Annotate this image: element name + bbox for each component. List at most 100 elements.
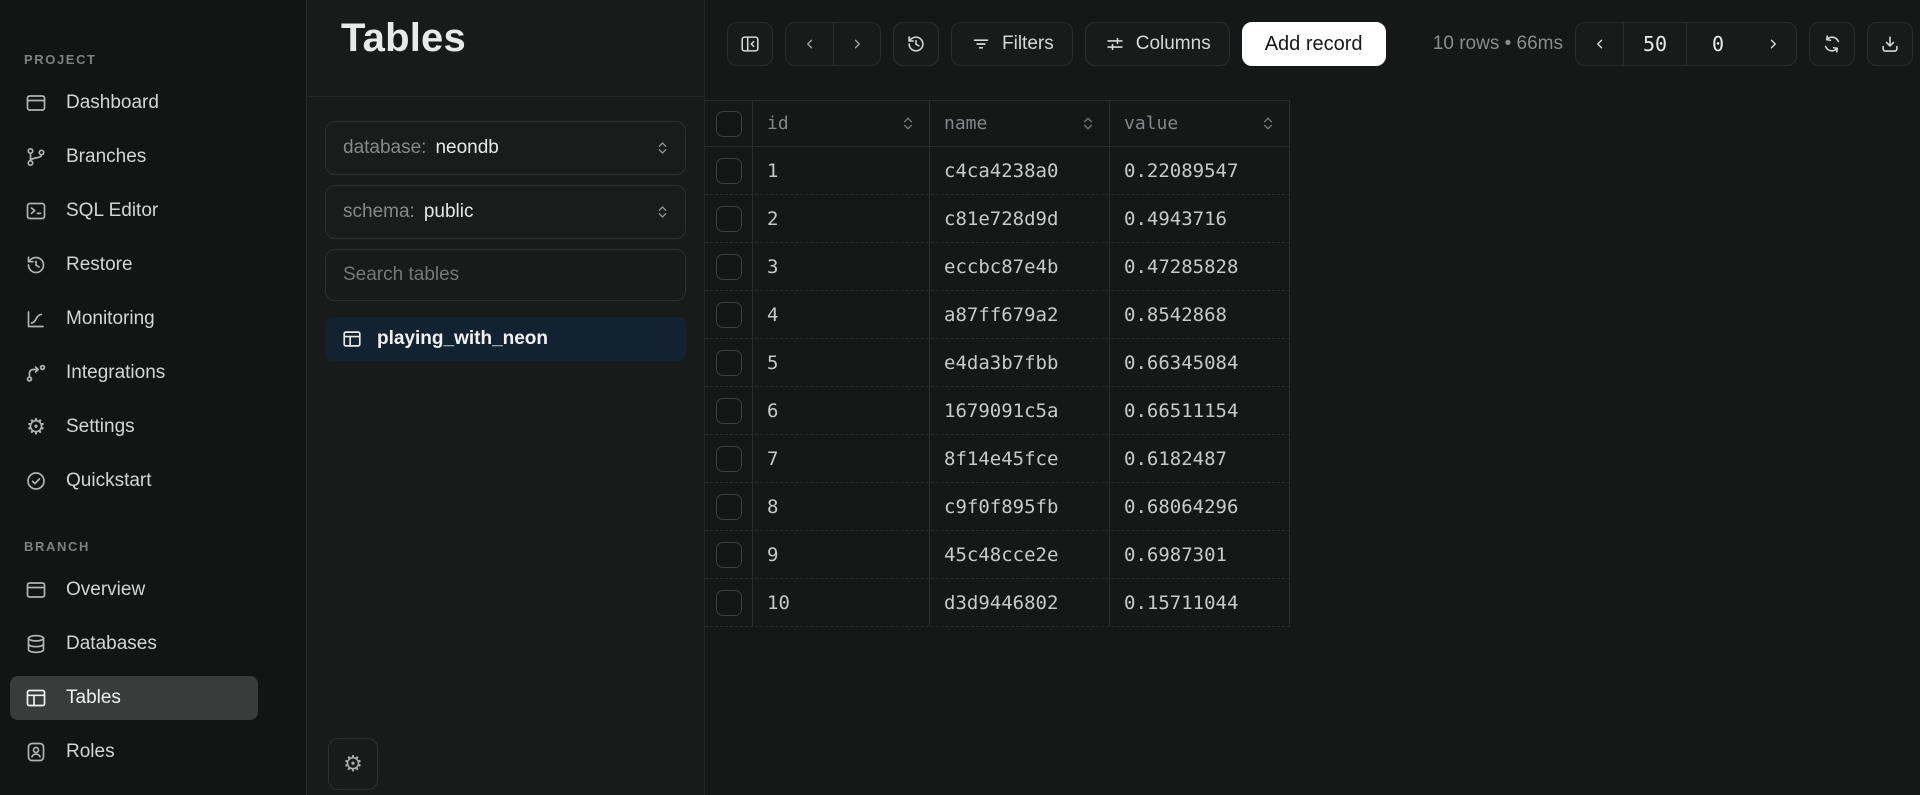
header-checkbox-cell bbox=[705, 101, 753, 146]
cell-value[interactable]: 0.4943716 bbox=[1110, 195, 1290, 242]
table-list-item-playing-with-neon[interactable]: playing_with_neon bbox=[325, 317, 686, 361]
row-checkbox[interactable] bbox=[716, 590, 742, 616]
refresh-button[interactable] bbox=[1809, 22, 1855, 66]
search-tables-input[interactable] bbox=[325, 249, 686, 301]
sidebar-item-sql-editor[interactable]: SQL Editor bbox=[10, 189, 258, 233]
sidebar-item-monitoring[interactable]: Monitoring bbox=[10, 297, 258, 341]
table-row: 10 d3d9446802 0.15711044 bbox=[705, 579, 1290, 627]
cell-name[interactable]: e4da3b7fbb bbox=[930, 339, 1110, 386]
column-header-name[interactable]: name bbox=[930, 101, 1110, 146]
cell-value[interactable]: 0.66511154 bbox=[1110, 387, 1290, 434]
cell-id[interactable]: 8 bbox=[753, 483, 930, 530]
history-button[interactable] bbox=[893, 22, 939, 66]
row-checkbox[interactable] bbox=[716, 254, 742, 280]
row-checkbox[interactable] bbox=[716, 398, 742, 424]
row-checkbox[interactable] bbox=[716, 446, 742, 472]
databases-icon bbox=[24, 632, 48, 656]
schema-select-label: schema: bbox=[343, 201, 415, 223]
page-next-button[interactable] bbox=[1749, 23, 1796, 65]
tables-icon bbox=[24, 686, 48, 710]
download-button[interactable] bbox=[1867, 22, 1913, 66]
row-checkbox-cell bbox=[705, 291, 753, 338]
cell-name[interactable]: d3d9446802 bbox=[930, 579, 1110, 626]
overview-icon bbox=[24, 578, 48, 602]
back-button[interactable] bbox=[786, 23, 833, 65]
cell-id[interactable]: 10 bbox=[753, 579, 930, 626]
row-checkbox[interactable] bbox=[716, 542, 742, 568]
cell-id[interactable]: 9 bbox=[753, 531, 930, 578]
columns-button[interactable]: Columns bbox=[1085, 22, 1230, 66]
cell-value[interactable]: 0.22089547 bbox=[1110, 147, 1290, 194]
sidebar-item-label: Quickstart bbox=[66, 470, 152, 492]
sidebar-item-roles[interactable]: Roles bbox=[10, 730, 258, 774]
row-checkbox[interactable] bbox=[716, 158, 742, 184]
cell-name[interactable]: a87ff679a2 bbox=[930, 291, 1110, 338]
select-all-checkbox[interactable] bbox=[716, 111, 742, 137]
integrations-icon bbox=[24, 361, 48, 385]
page-size-value[interactable]: 50 bbox=[1623, 23, 1686, 65]
table-row: 7 8f14e45fce 0.6182487 bbox=[705, 435, 1290, 483]
column-header-value[interactable]: value bbox=[1110, 101, 1290, 146]
forward-button[interactable] bbox=[833, 23, 880, 65]
sidebar-item-label: Integrations bbox=[66, 362, 165, 384]
sidebar-item-quickstart[interactable]: Quickstart bbox=[10, 459, 258, 503]
schema-select[interactable]: schema: public bbox=[325, 185, 686, 239]
chevron-left-icon bbox=[801, 35, 819, 53]
monitoring-icon bbox=[24, 307, 48, 331]
cell-id[interactable]: 7 bbox=[753, 435, 930, 482]
cell-id[interactable]: 3 bbox=[753, 243, 930, 290]
row-checkbox[interactable] bbox=[716, 350, 742, 376]
cell-name[interactable]: 1679091c5a bbox=[930, 387, 1110, 434]
cell-name[interactable]: 8f14e45fce bbox=[930, 435, 1110, 482]
cell-value[interactable]: 0.47285828 bbox=[1110, 243, 1290, 290]
cell-name[interactable]: c9f0f895fb bbox=[930, 483, 1110, 530]
cell-id[interactable]: 1 bbox=[753, 147, 930, 194]
cell-id[interactable]: 6 bbox=[753, 387, 930, 434]
add-record-button[interactable]: Add record bbox=[1242, 22, 1386, 66]
collapse-panel-button[interactable] bbox=[727, 22, 773, 66]
chevron-right-icon bbox=[848, 35, 866, 53]
query-status: 10 rows • 66ms bbox=[1433, 33, 1563, 55]
sidebar-item-databases[interactable]: Databases bbox=[10, 622, 258, 666]
chevron-right-icon bbox=[1764, 35, 1782, 53]
cell-id[interactable]: 2 bbox=[753, 195, 930, 242]
cell-name[interactable]: 45c48cce2e bbox=[930, 531, 1110, 578]
sidebar-item-restore[interactable]: Restore bbox=[10, 243, 258, 287]
table-row: 3 eccbc87e4b 0.47285828 bbox=[705, 243, 1290, 291]
table-row: 2 c81e728d9d 0.4943716 bbox=[705, 195, 1290, 243]
tables-panel: Tables database: neondb schema: public bbox=[306, 0, 705, 795]
row-checkbox-cell bbox=[705, 147, 753, 194]
sidebar-item-dashboard[interactable]: Dashboard bbox=[10, 81, 258, 125]
cell-value[interactable]: 0.8542868 bbox=[1110, 291, 1290, 338]
cell-value[interactable]: 0.68064296 bbox=[1110, 483, 1290, 530]
sidebar-item-settings[interactable]: ⚙ Settings bbox=[10, 405, 258, 449]
sidebar-item-integrations[interactable]: Integrations bbox=[10, 351, 258, 395]
branch-section-label: BRANCH bbox=[24, 539, 258, 554]
columns-button-label: Columns bbox=[1136, 33, 1211, 55]
row-checkbox[interactable] bbox=[716, 206, 742, 232]
column-header-id[interactable]: id bbox=[753, 101, 930, 146]
table-row: 6 1679091c5a 0.66511154 bbox=[705, 387, 1290, 435]
cell-value[interactable]: 0.6987301 bbox=[1110, 531, 1290, 578]
sort-icon bbox=[1081, 114, 1095, 133]
page-offset-value[interactable]: 0 bbox=[1686, 23, 1749, 65]
panel-settings-button[interactable]: ⚙ bbox=[328, 738, 378, 790]
cell-name[interactable]: c81e728d9d bbox=[930, 195, 1110, 242]
cell-name[interactable]: c4ca4238a0 bbox=[930, 147, 1110, 194]
cell-value[interactable]: 0.6182487 bbox=[1110, 435, 1290, 482]
database-select[interactable]: database: neondb bbox=[325, 121, 686, 175]
page-prev-button[interactable] bbox=[1576, 23, 1623, 65]
filters-button[interactable]: Filters bbox=[951, 22, 1073, 66]
sidebar-item-branches[interactable]: Branches bbox=[10, 135, 258, 179]
cell-value[interactable]: 0.15711044 bbox=[1110, 579, 1290, 626]
cell-name[interactable]: eccbc87e4b bbox=[930, 243, 1110, 290]
row-checkbox[interactable] bbox=[716, 302, 742, 328]
row-checkbox[interactable] bbox=[716, 494, 742, 520]
row-checkbox-cell bbox=[705, 435, 753, 482]
cell-id[interactable]: 4 bbox=[753, 291, 930, 338]
sidebar-item-tables[interactable]: Tables bbox=[10, 676, 258, 720]
table-row: 9 45c48cce2e 0.6987301 bbox=[705, 531, 1290, 579]
sidebar-item-overview[interactable]: Overview bbox=[10, 568, 258, 612]
cell-value[interactable]: 0.66345084 bbox=[1110, 339, 1290, 386]
cell-id[interactable]: 5 bbox=[753, 339, 930, 386]
